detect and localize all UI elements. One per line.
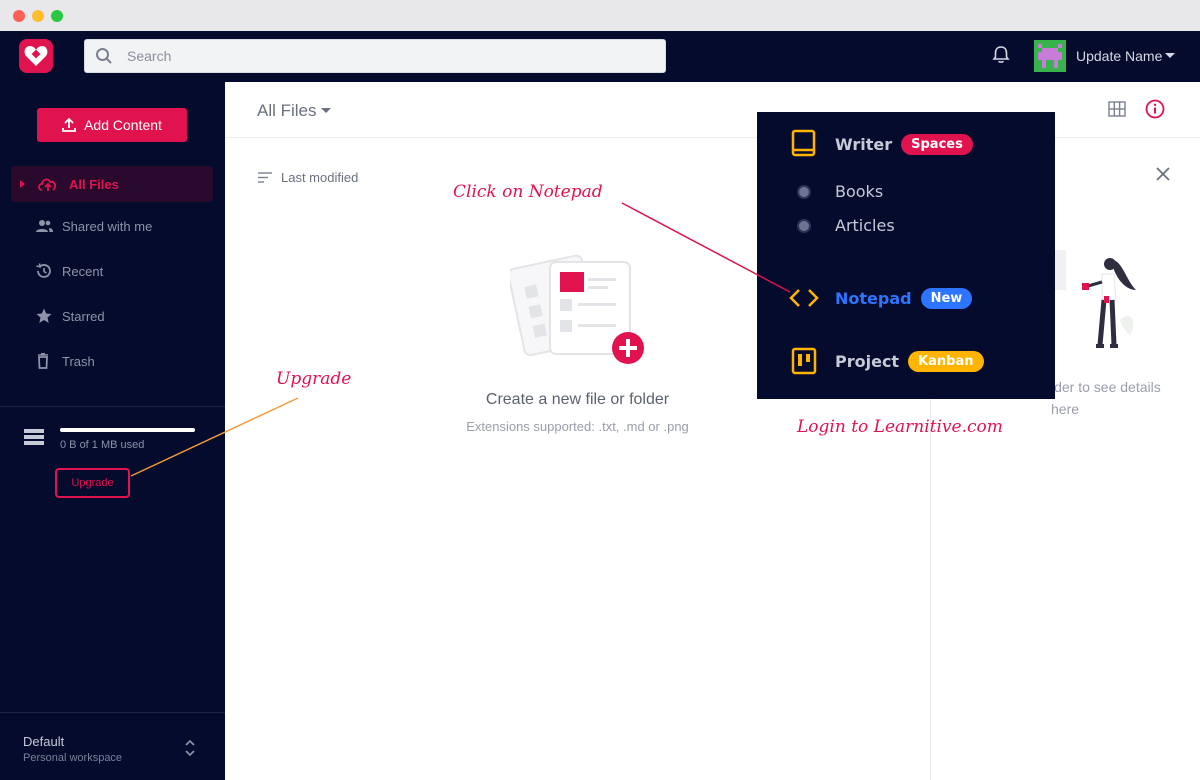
annotation-login: Login to Learnitive.com	[797, 417, 1003, 437]
app-window: Update Name Add Content All Files	[0, 0, 1200, 780]
annotation-lines	[130, 202, 791, 477]
notepad-arrow-line	[621, 202, 791, 293]
annotation-upgrade: Upgrade	[276, 369, 352, 389]
annotation-click-notepad: Click on Notepad	[453, 182, 603, 202]
upgrade-arrow-line	[130, 397, 299, 477]
